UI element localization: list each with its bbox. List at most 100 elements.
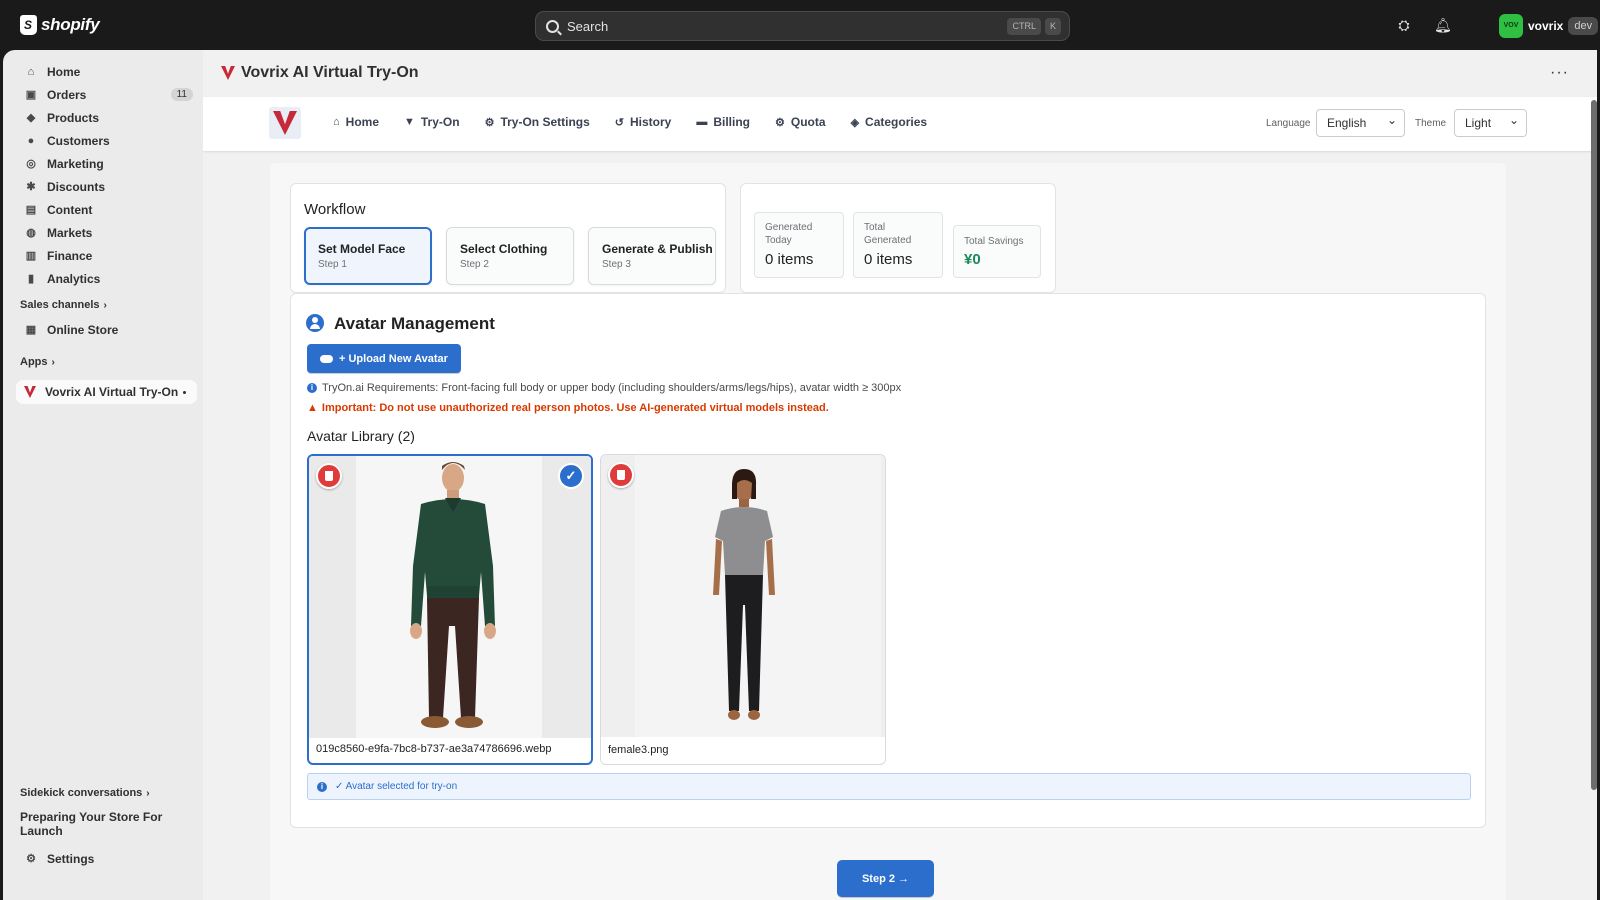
sidebar-item-label: Markets bbox=[47, 225, 93, 240]
sidebar-item-label: Marketing bbox=[47, 156, 104, 171]
app-nav-try-on-settings[interactable]: ⚙ Try-On Settings bbox=[485, 115, 590, 129]
avatar-file-name: 019c8560-e9fa-7bc8-b737-ae3a74786696.web… bbox=[316, 743, 552, 755]
selected-check-icon[interactable]: ✓ bbox=[558, 463, 584, 489]
avatar-image bbox=[309, 456, 591, 738]
theme-select[interactable]: Light bbox=[1454, 109, 1527, 137]
avatar-card[interactable]: female3.png bbox=[600, 454, 886, 765]
app-nav-home[interactable]: ⌂ Home bbox=[333, 115, 379, 129]
app-panel: Workflow Set Model Face Step 1 Select Cl… bbox=[270, 163, 1506, 900]
bell-icon[interactable]: 🔔︎ bbox=[1434, 17, 1452, 33]
sales-channels-label: Sales channels bbox=[20, 299, 100, 311]
sidebar-item-discounts[interactable]: ✱ Discounts bbox=[17, 175, 195, 198]
language-select[interactable]: English bbox=[1316, 109, 1405, 137]
sidebar-item-customers[interactable]: ● Customers bbox=[17, 129, 195, 152]
app-nav-label: Billing bbox=[713, 115, 751, 129]
sidekick-icon[interactable]: ⛭ bbox=[1396, 17, 1412, 33]
shopify-bag-icon bbox=[20, 15, 37, 35]
chevron-right-icon: › bbox=[146, 788, 150, 799]
step-subtitle: Step 2 bbox=[460, 259, 489, 270]
orders-count-badge: 11 bbox=[170, 88, 193, 101]
warning-text: ▲ Important: Do not use unauthorized rea… bbox=[307, 402, 829, 414]
sidebar-item-orders[interactable]: ▣ Orders 11 bbox=[17, 83, 195, 106]
language-label: Language bbox=[1266, 118, 1311, 129]
sidebar-item-label: Orders bbox=[47, 87, 87, 102]
kbd-ctrl: CTRL bbox=[1007, 18, 1041, 35]
stat-label: Total Generated bbox=[864, 222, 912, 246]
apps-link[interactable]: Apps › bbox=[20, 356, 55, 368]
delete-avatar-button[interactable] bbox=[608, 462, 634, 488]
app-nav-billing[interactable]: ▬ Billing bbox=[696, 115, 750, 129]
sidebar-item-online-store[interactable]: ▦ Online Store bbox=[17, 318, 195, 341]
sidebar-item-vovrix-app[interactable]: Vovrix AI Virtual Try-On bbox=[16, 380, 197, 404]
app-nav-history[interactable]: ↺ History bbox=[615, 115, 672, 129]
sidebar-item-analytics[interactable]: ▮ Analytics bbox=[17, 267, 195, 290]
app-pin-dot bbox=[183, 390, 186, 394]
scrollbar[interactable] bbox=[1591, 100, 1597, 790]
workflow-step-3[interactable]: Generate & Publish Step 3 bbox=[588, 227, 716, 285]
workflow-step-1[interactable]: Set Model Face Step 1 bbox=[304, 227, 432, 285]
sidebar-item-markets[interactable]: ◍ Markets bbox=[17, 221, 195, 244]
sidebar-item-finance[interactable]: ▥ Finance bbox=[17, 244, 195, 267]
tags-icon: ◈ bbox=[850, 116, 860, 129]
delete-avatar-button[interactable] bbox=[316, 463, 342, 489]
card-icon: ▬ bbox=[696, 116, 708, 128]
gear-icon: ⚙ bbox=[775, 116, 785, 129]
apps-label: Apps bbox=[20, 356, 48, 368]
stat-value: 0 items bbox=[765, 251, 814, 268]
kbd-k: K bbox=[1044, 18, 1061, 35]
search-input[interactable]: Search CTRL K bbox=[535, 11, 1070, 41]
sidebar-item-label: Settings bbox=[47, 851, 95, 866]
more-actions-button[interactable]: ··· bbox=[1550, 64, 1569, 82]
workflow-card: Workflow Set Model Face Step 1 Select Cl… bbox=[290, 183, 726, 293]
sidebar-item-label: Content bbox=[47, 202, 93, 217]
store-name: vovrix bbox=[1528, 19, 1564, 33]
sales-channels-link[interactable]: Sales channels › bbox=[20, 299, 107, 311]
app-nav-quota[interactable]: ⚙ Quota bbox=[775, 115, 826, 129]
stats-card: Generated Today 0 items Total Generated … bbox=[740, 183, 1056, 293]
sidebar-item-marketing[interactable]: ◎ Marketing bbox=[17, 152, 195, 175]
theme-label: Theme bbox=[1415, 118, 1447, 129]
sidebar-item-settings[interactable]: ⚙ Settings bbox=[17, 847, 195, 870]
app-nav-label: Try-On bbox=[420, 115, 460, 129]
top-icons: ⛭ 🔔︎ bbox=[1396, 17, 1452, 33]
sidebar-item-label: Customers bbox=[47, 133, 110, 148]
preparing-store-link[interactable]: Preparing Your Store For Launch bbox=[20, 810, 203, 838]
app-nav-categories[interactable]: ◈ Categories bbox=[851, 115, 928, 129]
step-title: Generate & Publish bbox=[602, 242, 713, 256]
avatar-card[interactable]: ✓ 019c8560-e9fa-7bc8-b737-ae3a74786696.w… bbox=[307, 454, 593, 765]
home-icon: ⌂ bbox=[333, 116, 340, 128]
step-2-button[interactable]: Step 2 → bbox=[837, 860, 934, 897]
discount-icon: ✱ bbox=[26, 180, 36, 193]
workflow-step-2[interactable]: Select Clothing Step 2 bbox=[446, 227, 574, 285]
vovrix-logo-icon bbox=[221, 66, 235, 80]
upload-avatar-button[interactable]: + Upload New Avatar bbox=[307, 344, 461, 373]
app-nav-label: Categories bbox=[865, 115, 928, 129]
sidekick-conversations-link[interactable]: Sidekick conversations › bbox=[20, 787, 150, 799]
app-menu: ⌂ Home ▼ Try-On ⚙ Try-On Settings ↺ History … bbox=[333, 115, 952, 129]
sidebar-item-products[interactable]: ◆ Products bbox=[17, 106, 195, 129]
vovrix-brand-logo[interactable] bbox=[269, 107, 301, 139]
stat-total-generated: Total Generated 0 items bbox=[853, 212, 943, 278]
requirements-label: TryOn.ai Requirements: Front-facing full… bbox=[322, 382, 902, 394]
stat-value: ¥0 bbox=[964, 251, 981, 268]
page-title: Vovrix AI Virtual Try-On bbox=[221, 64, 419, 82]
warning-label: Important: Do not use unauthorized real … bbox=[321, 402, 829, 414]
cloud-upload-icon bbox=[320, 354, 333, 363]
orders-icon: ▣ bbox=[25, 88, 37, 101]
sidebar-item-content[interactable]: ▤ Content bbox=[17, 198, 195, 221]
sidebar-item-home[interactable]: ⌂ Home bbox=[17, 60, 195, 83]
app-nav-try-on[interactable]: ▼ Try-On bbox=[404, 115, 460, 129]
sidebar: ⌂ Home ▣ Orders 11 ◆ Products ● Customers ◎ Ma… bbox=[3, 50, 203, 900]
shopify-logo[interactable]: shopify bbox=[20, 15, 100, 35]
app-nav-label: Home bbox=[345, 115, 379, 129]
info-icon: i bbox=[317, 781, 327, 792]
sidebar-item-label: Online Store bbox=[47, 322, 119, 337]
target-icon: ◎ bbox=[26, 157, 36, 170]
top-bar: shopify Search CTRL K ⛭ 🔔︎ VOV vovrix de… bbox=[0, 0, 1600, 50]
sidebar-item-label: Finance bbox=[47, 248, 93, 263]
store-badge: dev bbox=[1568, 17, 1599, 35]
content-icon: ▤ bbox=[25, 203, 37, 216]
store-menu[interactable]: VOV vovrix dev bbox=[1499, 14, 1599, 38]
step-subtitle: Step 3 bbox=[602, 259, 631, 270]
home-icon: ⌂ bbox=[27, 65, 35, 78]
